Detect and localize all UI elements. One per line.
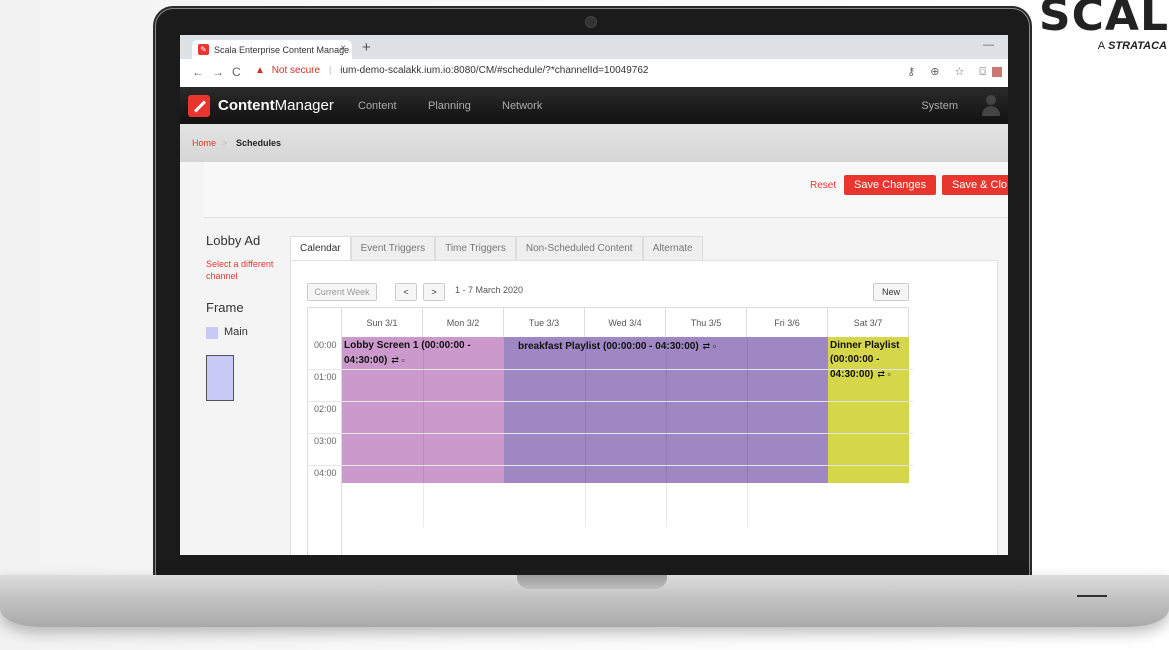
hour-label: 02:00	[314, 404, 337, 414]
app-header: ContentManager Content Planning Network …	[180, 87, 1008, 124]
toolbar-icons[interactable]: ⚷ ⊕ ☆ ⌼	[907, 66, 992, 78]
url-separator: |	[328, 65, 332, 76]
select-channel-link[interactable]: Select a different channel	[206, 258, 296, 282]
laptop-notch	[517, 575, 667, 589]
grid-line	[666, 337, 667, 527]
warning-icon: ▲	[255, 65, 265, 76]
forward-icon[interactable]: →	[212, 65, 224, 79]
tab-event-triggers[interactable]: Event Triggers	[350, 236, 436, 261]
app-name-bold: Content	[218, 97, 275, 114]
not-secure-label[interactable]: Not secure	[272, 65, 320, 76]
action-bar: Reset Save Changes Save & Clo	[204, 162, 1008, 218]
hour-label: 01:00	[314, 372, 337, 382]
browser-toolbar-icons[interactable]: ⚷ ⊕ ☆ ⌼	[907, 65, 1002, 79]
day-header-sat[interactable]: Sat 3/7	[828, 307, 909, 337]
next-week-button[interactable]: >	[423, 283, 445, 301]
tab-calendar[interactable]: Calendar	[290, 236, 351, 261]
channel-title: Lobby Ad	[206, 233, 261, 248]
schedule-tabs: Calendar Event Triggers Time Triggers No…	[290, 236, 703, 261]
brand-sub-name: STRATACA	[1108, 40, 1167, 52]
frame-main-swatch	[206, 327, 218, 339]
page-body: Reset Save Changes Save & Clo Lobby Ad S…	[180, 162, 1008, 555]
brand-subtitle: A STRATACA	[1039, 40, 1169, 52]
nav-content[interactable]: Content	[358, 100, 397, 112]
event-dinner-playlist[interactable]: Dinner Playlist (00:00:00 - 04:30:00) ⇄ ▫	[828, 337, 909, 483]
new-button[interactable]: New	[873, 283, 909, 301]
nav-network[interactable]: Network	[502, 100, 542, 112]
event-label: Lobby Screen 1 (00:00:00 - 04:30:00)	[344, 340, 471, 366]
event-action-icons[interactable]: ⇄ ▫	[391, 355, 404, 365]
tab-alternate[interactable]: Alternate	[642, 236, 703, 261]
prev-week-button[interactable]: <	[395, 283, 417, 301]
event-action-icons[interactable]: ⇄ ▫	[703, 341, 716, 351]
grid-line	[747, 337, 748, 527]
app-name: ContentManager	[218, 97, 334, 114]
grid-line	[585, 337, 586, 527]
time-header	[307, 307, 342, 337]
frame-title: Frame	[206, 300, 244, 315]
brand-logo: SCAL A STRATACA	[1039, 0, 1169, 52]
grid-line	[423, 337, 424, 527]
breadcrumb: Home > Schedules	[180, 124, 1008, 162]
tab-non-scheduled-content[interactable]: Non-Scheduled Content	[515, 236, 643, 261]
breadcrumb-home[interactable]: Home	[192, 138, 216, 148]
frame-preview[interactable]	[206, 355, 234, 401]
current-week-button[interactable]: Current Week	[307, 283, 377, 301]
grid-line	[307, 401, 913, 402]
day-header-sun[interactable]: Sun 3/1	[342, 307, 423, 337]
content-manager-logo-icon	[188, 95, 210, 117]
nav-system[interactable]: System	[921, 100, 958, 112]
calendar-grid: Sun 3/1 Mon 3/2 Tue 3/3 Wed 3/4 Thu 3/5 …	[307, 307, 913, 555]
browser-tab-title: Scala Enterprise Content Manage	[214, 44, 350, 55]
app-name-thin: Manager	[274, 97, 334, 114]
hour-label: 03:00	[314, 436, 337, 446]
brand-sub-prefix: A	[1097, 40, 1106, 52]
user-avatar-icon[interactable]	[980, 95, 1002, 117]
camera-icon	[585, 16, 597, 28]
new-tab-button[interactable]: +	[362, 39, 371, 56]
tab-time-triggers[interactable]: Time Triggers	[435, 236, 516, 261]
day-header-mon[interactable]: Mon 3/2	[423, 307, 504, 337]
grid-line	[307, 369, 913, 370]
breadcrumb-current: Schedules	[236, 138, 282, 148]
laptop-base-mark	[1077, 595, 1107, 597]
brand-name: SCAL	[1038, 0, 1169, 41]
url-field[interactable]: ▲ Not secure | ium-demo-scalakk.ium.io:8…	[255, 65, 648, 76]
browser-addressbar: ← → C ▲ Not secure | ium-demo-scalakk.iu…	[180, 59, 1008, 88]
extension-icon[interactable]	[992, 67, 1002, 78]
hour-label: 04:00	[314, 468, 337, 478]
day-header-fri[interactable]: Fri 3/6	[747, 307, 828, 337]
close-tab-icon[interactable]: ×	[340, 43, 346, 54]
nav-planning[interactable]: Planning	[428, 100, 471, 112]
reset-link[interactable]: Reset	[810, 180, 836, 191]
event-label: breakfast Playlist (00:00:00 - 04:30:00)	[518, 341, 699, 352]
save-changes-button[interactable]: Save Changes	[844, 175, 937, 195]
laptop-base	[0, 575, 1169, 627]
url-text[interactable]: ium-demo-scalakk.ium.io:8080/CM/#schedul…	[340, 65, 648, 76]
favicon-icon: ✎	[198, 44, 209, 55]
minimize-window-button[interactable]: —	[983, 39, 994, 51]
reload-icon[interactable]: C	[232, 65, 241, 79]
back-icon[interactable]: ←	[192, 65, 204, 79]
save-close-button[interactable]: Save & Clo	[942, 175, 1008, 195]
hour-label: 00:00	[314, 340, 337, 350]
event-action-icons[interactable]: ⇄ ▫	[877, 369, 890, 379]
day-header-thu[interactable]: Thu 3/5	[666, 307, 747, 337]
grid-line	[307, 465, 913, 466]
day-header-wed[interactable]: Wed 3/4	[585, 307, 666, 337]
day-header-tue[interactable]: Tue 3/3	[504, 307, 585, 337]
laptop-screen: ✎ Scala Enterprise Content Manage × + — …	[180, 35, 1008, 555]
date-range: 1 - 7 March 2020	[455, 285, 524, 295]
frame-main-label[interactable]: Main	[224, 326, 248, 338]
browser-tab[interactable]: ✎ Scala Enterprise Content Manage ×	[192, 40, 352, 59]
browser-tabbar: ✎ Scala Enterprise Content Manage × + —	[180, 35, 1008, 59]
grid-line	[307, 433, 913, 434]
breadcrumb-separator: >	[222, 138, 228, 148]
calendar-panel: Current Week < > 1 - 7 March 2020 New Su…	[290, 260, 998, 555]
